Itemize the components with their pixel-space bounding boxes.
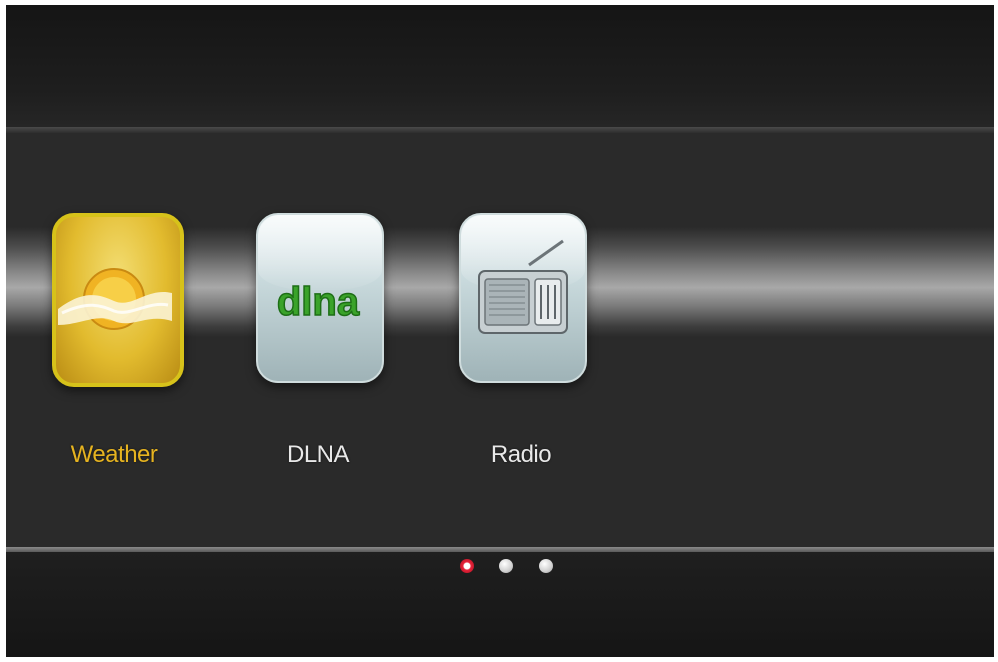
page-dot-2[interactable] <box>499 559 513 573</box>
app-radio[interactable]: Radio <box>431 213 611 473</box>
weather-icon <box>58 268 172 330</box>
page-dot-3[interactable] <box>539 559 553 573</box>
app-dlna[interactable]: dlna DLNA <box>228 213 408 473</box>
page-dot-1-active[interactable] <box>460 559 474 573</box>
radio-icon <box>478 239 568 334</box>
app-label-dlna: DLNA <box>286 441 350 468</box>
app-label-radio: Radio <box>490 441 552 468</box>
page-indicator <box>456 559 556 575</box>
weather-tile[interactable] <box>52 213 184 387</box>
dlna-icon: dlna <box>276 279 360 325</box>
radio-tile[interactable] <box>459 213 587 383</box>
dlna-tile[interactable]: dlna <box>256 213 384 383</box>
app-weather[interactable]: Weather <box>24 213 204 473</box>
tv-home-screen: Weather dlna DLNA Radio <box>6 5 994 657</box>
top-bar <box>6 5 994 127</box>
app-label-weather: Weather <box>70 441 158 468</box>
dlna-logo-text: dlna <box>277 280 360 324</box>
